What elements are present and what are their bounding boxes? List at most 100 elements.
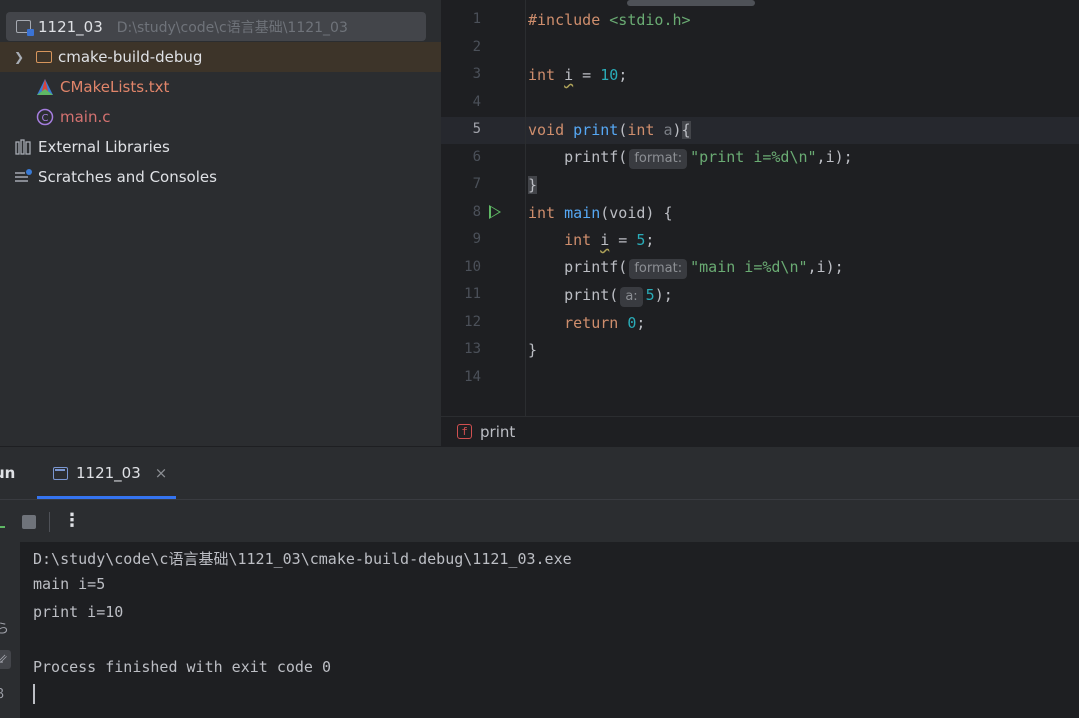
code-token: print	[573, 121, 619, 139]
line-number: 13	[464, 341, 481, 357]
code-token: )	[672, 121, 682, 139]
tree-item-external-libraries[interactable]: External Libraries	[0, 132, 441, 162]
line-number: 5	[472, 121, 481, 137]
module-icon	[14, 18, 34, 36]
libraries-icon	[14, 138, 34, 156]
code-token: printf(	[564, 148, 628, 166]
tree-item-label: cmake-build-debug	[58, 48, 203, 66]
run-tab[interactable]: 1121_03 ×	[37, 447, 176, 499]
code-token: ;	[645, 231, 655, 249]
code-line-8: int main(void) {	[528, 204, 673, 222]
code-token: ,i);	[807, 258, 844, 276]
line-number: 2	[472, 39, 481, 55]
code-token: =	[609, 231, 637, 249]
line-number: 3	[472, 66, 481, 82]
toolbar-separator	[49, 512, 50, 532]
line-number: 14	[464, 369, 481, 385]
code-token: (void) {	[600, 204, 673, 222]
horizontal-scrollbar[interactable]	[627, 0, 755, 6]
line-number: 8	[472, 204, 481, 220]
line-number: 12	[464, 314, 481, 330]
code-token: return	[564, 314, 619, 332]
console-line: main i=5	[33, 575, 106, 593]
more-icon[interactable]: ⋮	[63, 510, 81, 531]
code-token: {	[681, 121, 691, 139]
tree-item-label: main.c	[60, 108, 111, 126]
scratches-icon	[14, 168, 34, 186]
line-number: 9	[472, 231, 481, 247]
project-root-path: D:\study\code\c语言基础\1121_03	[116, 19, 348, 36]
cmake-icon	[36, 78, 56, 96]
console-line: print i=10	[33, 603, 124, 621]
code-line-11: print(a: 5);	[528, 286, 673, 307]
run-tool-window: un 1121_03 × ⋮ ら ⇙ ꞵ D:\study\code\c语言基础…	[0, 446, 1079, 718]
rerun-icon[interactable]	[0, 516, 5, 528]
scroll-to-end-icon[interactable]: ⇙	[0, 650, 11, 669]
tree-item-scratches[interactable]: Scratches and Consoles	[0, 162, 441, 192]
breadcrumb-label[interactable]: print	[480, 423, 515, 441]
code-editor[interactable]: 1 2 3 4 5 6 7 8 9 10 11 12 13 14 #includ…	[441, 0, 1079, 416]
code-token: <stdio.h>	[609, 11, 691, 29]
line-number: 1	[472, 11, 481, 27]
stop-icon[interactable]	[22, 515, 36, 529]
breadcrumb[interactable]: f print	[441, 416, 1079, 446]
code-token: int	[564, 231, 592, 249]
line-number: 7	[472, 176, 481, 192]
code-line-3: int i = 10;	[528, 66, 627, 84]
code-line-12: return 0;	[528, 314, 645, 332]
code-token: }	[528, 176, 538, 194]
run-icon[interactable]	[489, 205, 501, 219]
run-tab-label: 1121_03	[76, 464, 141, 482]
text-caret	[33, 684, 35, 704]
tree-item-label: CMakeLists.txt	[60, 78, 170, 96]
tree-item-cmake-build-debug[interactable]: ❯ cmake-build-debug	[0, 42, 441, 72]
code-token: i	[600, 231, 610, 249]
console-line: D:\study\code\c语言基础\1121_03\cmake-build-…	[33, 550, 572, 568]
code-line-10: printf(format: "main i=%d\n",i);	[528, 258, 844, 279]
parameter-hint: format:	[629, 149, 688, 169]
code-token: ;	[636, 314, 646, 332]
code-line-6: printf(format: "print i=%d\n",i);	[528, 148, 853, 169]
code-line-13: }	[528, 341, 537, 359]
code-token: "main i=%d\n"	[690, 258, 808, 276]
chevron-right-icon[interactable]: ❯	[10, 50, 28, 64]
tree-item-main-c[interactable]: C main.c	[0, 102, 441, 132]
folder-icon	[34, 48, 54, 66]
code-token: void	[528, 121, 565, 139]
console-line: Process finished with exit code 0	[33, 658, 332, 676]
project-panel: 1121_03 D:\study\code\c语言基础\1121_03 ❯ cm…	[0, 0, 441, 446]
code-token: int	[627, 121, 655, 139]
tree-item-label: Scratches and Consoles	[38, 168, 217, 186]
code-token: int	[528, 66, 556, 84]
parameter-hint: format:	[629, 259, 688, 279]
soft-wrap-icon[interactable]: ら	[0, 618, 9, 637]
print-icon[interactable]: ꞵ	[0, 684, 4, 702]
console-output[interactable]: D:\study\code\c语言基础\1121_03\cmake-build-…	[20, 542, 1079, 718]
function-icon: f	[457, 424, 472, 439]
code-token: =	[573, 66, 601, 84]
code-token: "print i=%d\n"	[690, 148, 817, 166]
close-icon[interactable]: ×	[155, 464, 168, 482]
code-line-5: void print(int a){	[528, 121, 691, 139]
code-token: ,i);	[816, 148, 853, 166]
code-token: i	[564, 66, 574, 84]
code-token: a	[663, 121, 673, 139]
code-line-7: }	[528, 176, 538, 194]
console-icon	[53, 466, 68, 480]
code-token: );	[654, 286, 673, 304]
line-number: 10	[464, 259, 481, 275]
tree-item-cmakelists[interactable]: CMakeLists.txt	[0, 72, 441, 102]
run-window-title: un	[0, 464, 16, 482]
line-number: 11	[464, 286, 481, 302]
code-token: printf(	[564, 258, 628, 276]
tree-item-label: External Libraries	[38, 138, 170, 156]
run-toolbar: ⋮	[0, 499, 1079, 542]
line-number: 6	[472, 149, 481, 165]
code-token: main	[564, 204, 601, 222]
project-root[interactable]: 1121_03 D:\study\code\c语言基础\1121_03	[6, 12, 426, 41]
console-side-toolbar: ら ⇙ ꞵ	[0, 542, 20, 718]
